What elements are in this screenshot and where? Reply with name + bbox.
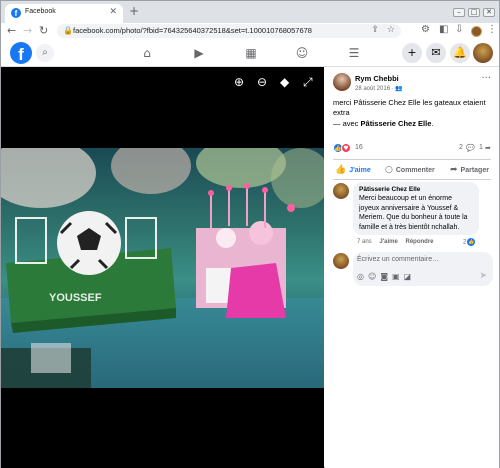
bookmark-star-icon[interactable]: ☆ [387, 25, 395, 35]
photo-viewer: ⊕ ⊖ ◆ ⤢ YOUSSEF [1, 67, 324, 468]
messenger-icon[interactable]: ✉ [426, 43, 446, 63]
comment-count-icon: 💬 [466, 144, 475, 152]
close-window-button[interactable]: ✕ [483, 8, 495, 17]
zoom-out-icon[interactable]: ⊖ [257, 75, 267, 89]
window-controls: – □ ✕ [450, 1, 495, 19]
reaction-count[interactable]: 16 [355, 144, 363, 151]
url-text[interactable]: facebook.com/photo/?fbid=764325640372518… [73, 26, 312, 35]
comment-text: Merci beaucoup et un énorme joyeux anniv… [359, 195, 468, 231]
back-icon[interactable]: ← [7, 24, 16, 37]
browser-toolbar: ← → ↻ 🔒 facebook.com/photo/?fbid=7643256… [1, 23, 499, 39]
commenter-avatar[interactable] [333, 183, 349, 199]
marketplace-icon[interactable]: ▦ [242, 44, 260, 62]
post-caption: merci Pâtisserie Chez Elle les gateaux e… [333, 98, 486, 117]
browser-window: f Facebook ✕ + – □ ✕ ← → ↻ 🔒 facebook.com/… [0, 0, 500, 468]
menu-icon[interactable]: ☰ [345, 44, 363, 62]
notifications-icon[interactable]: 🔔 [450, 43, 470, 63]
commenter-name[interactable]: Pâtisserie Chez Elle [359, 186, 473, 193]
with-suffix: . [431, 119, 434, 128]
emoji-icon[interactable]: ☺ [368, 272, 380, 281]
address-bar[interactable]: 🔒 facebook.com/photo/?fbid=7643256403725… [57, 24, 401, 38]
comment-reactions[interactable]: 2 👍 [463, 238, 476, 246]
facebook-header: f ⌕ ⌂ ▶ ▦ ☺ ☰ + ✉ 🔔 [1, 39, 499, 67]
extensions-icon[interactable]: ⚙ [421, 24, 430, 35]
sticker-icon[interactable]: ◪ [404, 272, 416, 281]
search-icon[interactable]: ⌕ [36, 44, 54, 62]
comment-meta: 7 ans J'aime Répondre [357, 239, 434, 245]
zoom-in-icon[interactable]: ⊕ [234, 75, 244, 89]
groups-icon[interactable]: ☺ [293, 44, 311, 62]
current-user-avatar[interactable] [333, 253, 349, 269]
like-reaction-icon: 👍 [467, 238, 476, 246]
facebook-favicon-icon: f [11, 8, 21, 18]
with-prefix: — avec [333, 119, 361, 128]
forward-icon[interactable]: → [23, 24, 32, 37]
audience-friends-icon: 👥 [395, 86, 403, 92]
fullscreen-icon[interactable]: ⤢ [303, 75, 313, 90]
thumbs-up-icon: 👍 [335, 165, 347, 175]
share-count[interactable]: 1 [479, 144, 483, 151]
comment-count[interactable]: 2 [459, 144, 463, 151]
facebook-logo-icon[interactable]: f [10, 42, 32, 64]
comment-age[interactable]: 7 ans [357, 239, 372, 245]
tab-title: Facebook [25, 8, 56, 15]
tag-icon[interactable]: ◆ [280, 75, 289, 89]
poster-avatar[interactable] [333, 73, 351, 91]
post-sidebar: Rym Chebbi 28 août 2016 · 👥 ··· merci Pâ… [325, 67, 499, 468]
more-options-icon[interactable]: ··· [481, 73, 491, 84]
post-tagged-with: — avec Pâtisserie Chez Elle. [333, 119, 433, 128]
tab-facebook[interactable]: f Facebook ✕ [5, 4, 123, 23]
close-tab-icon[interactable]: ✕ [109, 7, 117, 17]
watch-icon[interactable]: ▶ [190, 44, 208, 62]
browser-menu-icon[interactable]: ⋮ [487, 24, 497, 35]
divider [333, 159, 491, 160]
avatar-sticker-icon[interactable]: ◎ [357, 272, 368, 281]
comment-composer[interactable]: Écrivez un commentaire… ◎☺◙▣◪ ➤ [353, 252, 493, 286]
profile-avatar[interactable] [471, 26, 482, 37]
photo-image: YOUSSEF [1, 148, 324, 388]
divider [333, 179, 491, 180]
love-reaction-icon: ♥ [341, 143, 351, 153]
post-date-text[interactable]: 28 août 2016 · [355, 86, 395, 92]
comment-icon: ○ [385, 165, 393, 175]
account-avatar[interactable] [473, 43, 493, 63]
comment-button-label: Commenter [395, 167, 435, 174]
minimize-button[interactable]: – [453, 8, 465, 17]
post-date[interactable]: 28 août 2016 · 👥 [355, 85, 403, 92]
comment-like-count: 2 [463, 239, 467, 246]
share-button-label: Partager [460, 167, 489, 174]
maximize-button[interactable]: □ [468, 8, 480, 17]
comment-reply-link[interactable]: Répondre [405, 239, 433, 245]
gif-icon[interactable]: ▣ [392, 272, 404, 281]
composer-tools: ◎☺◙▣◪ [357, 272, 415, 281]
camera-icon[interactable]: ◙ [380, 272, 392, 281]
poster-name[interactable]: Rym Chebbi [355, 74, 399, 83]
like-button-label: J'aime [349, 167, 371, 174]
cake-photo-illustration: YOUSSEF [1, 148, 324, 388]
sidepanel-icon[interactable]: ◧ [439, 24, 448, 35]
home-icon[interactable]: ⌂ [138, 44, 156, 62]
comment-like-link[interactable]: J'aime [379, 239, 397, 245]
downloads-icon[interactable]: ⇩ [455, 24, 463, 35]
comment-bubble: Pâtisserie Chez Elle Merci beaucoup et u… [353, 182, 479, 235]
tagged-page-link[interactable]: Pâtisserie Chez Elle [361, 119, 432, 128]
share-page-icon[interactable]: ⇪ [371, 25, 379, 35]
create-icon[interactable]: + [402, 43, 422, 63]
comment-input[interactable]: Écrivez un commentaire… [357, 256, 439, 263]
share-button[interactable]: ➦ Partager [450, 165, 489, 177]
lock-icon[interactable]: 🔒 [63, 26, 73, 35]
share-count-icon: ➦ [485, 144, 491, 152]
svg-text:YOUSSEF: YOUSSEF [49, 292, 102, 304]
new-tab-button[interactable]: + [129, 4, 139, 18]
tab-strip: f Facebook ✕ + – □ ✕ [1, 1, 499, 23]
reload-icon[interactable]: ↻ [39, 24, 48, 37]
send-icon[interactable]: ➤ [479, 271, 487, 281]
like-button[interactable]: 👍 J'aime [335, 165, 371, 177]
share-icon: ➦ [450, 165, 458, 175]
comment-button[interactable]: ○ Commenter [385, 165, 435, 177]
